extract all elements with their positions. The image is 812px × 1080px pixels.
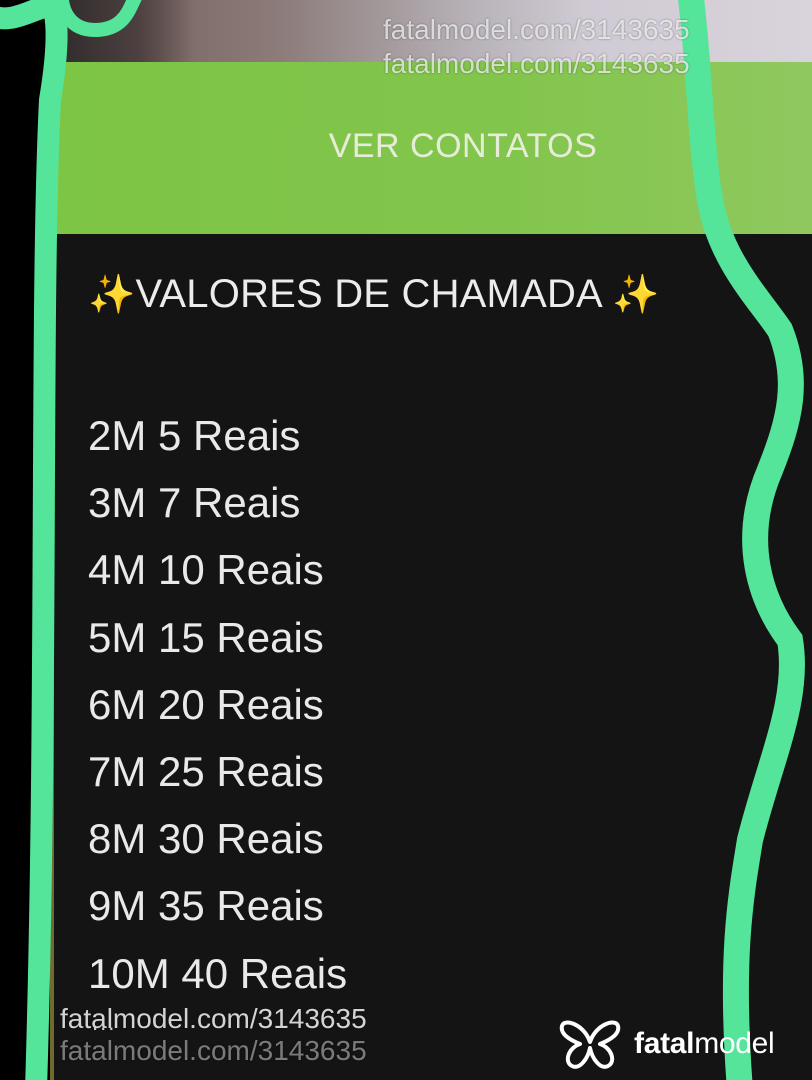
butterfly-icon — [558, 1018, 622, 1070]
price-item: 10M 40 Reais — [88, 949, 348, 997]
watermark-text: fatalmodel.com/3143635 — [383, 14, 690, 45]
brand-name-light: model — [694, 1027, 775, 1060]
view-contacts-button[interactable]: VER CONTATOS — [54, 62, 812, 234]
call-prices-title: ✨VALORES DE CHAMADA ✨ — [88, 272, 660, 317]
price-item: 6M 20 Reais — [88, 680, 324, 728]
view-contacts-label: VER CONTATOS — [328, 126, 598, 165]
price-item: 7M 25 Reais — [88, 747, 324, 795]
price-item: 9M 35 Reais — [88, 882, 324, 930]
watermark-text: fatalmodel.com/3143635 — [60, 1035, 367, 1066]
call-price-list: 2M 5 Reais 3M 7 Reais 4M 10 Reais 5M 15 … — [88, 405, 347, 1010]
brand-name-bold: fatal — [634, 1027, 695, 1060]
sparkles-icon: ✨ — [88, 274, 136, 316]
watermark-text: fatalmodel.com/3143635 — [383, 48, 690, 79]
call-prices-title-text: VALORES DE CHAMADA — [135, 272, 601, 316]
fatalmodel-brand: fatalmodel — [558, 1018, 775, 1070]
sparkles-icon: ✨ — [612, 274, 660, 316]
price-item: 5M 15 Reais — [88, 613, 324, 661]
price-item: 8M 30 Reais — [88, 815, 324, 863]
screenshot: VER CONTATOS ✨VALORES DE CHAMADA ✨ 2M 5 … — [0, 0, 812, 1080]
brand-name: fatalmodel — [634, 1027, 775, 1061]
price-item: 3M 7 Reais — [88, 479, 301, 527]
price-item: 2M 5 Reais — [88, 412, 301, 459]
photo-shadow — [54, 0, 194, 62]
price-item: 4M 10 Reais — [88, 546, 324, 594]
watermark-text: fatalmodel.com/3143635 — [60, 1003, 367, 1034]
